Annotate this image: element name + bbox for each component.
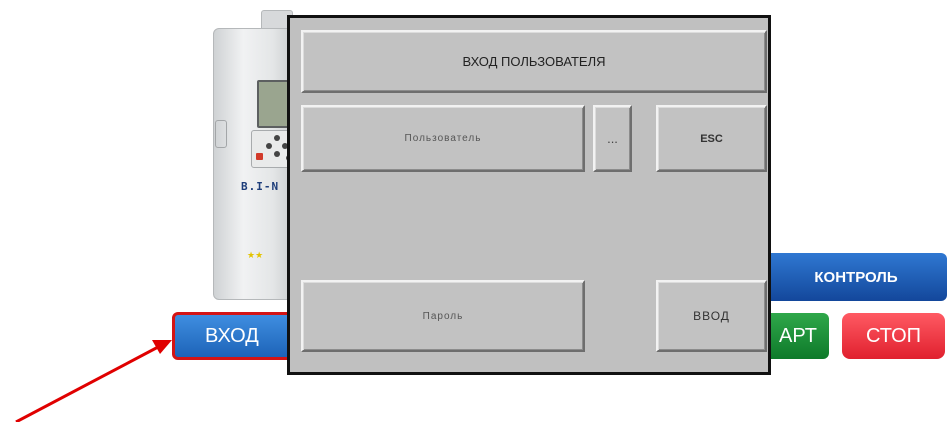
enter-button[interactable]: ВВОД bbox=[656, 280, 767, 352]
dialog-title: ВХОД ПОЛЬЗОВАТЕЛЯ bbox=[301, 30, 767, 93]
esc-button[interactable]: ESC bbox=[656, 105, 767, 172]
password-field-label: Пароль bbox=[422, 310, 464, 322]
password-field[interactable]: Пароль bbox=[301, 280, 585, 352]
browse-users-button[interactable]: ... bbox=[593, 105, 632, 172]
dialog-title-text: ВХОД ПОЛЬЗОВАТЕЛЯ bbox=[462, 54, 606, 69]
enter-button-label: ВВОД bbox=[693, 309, 730, 323]
username-field-label: Пользователь bbox=[404, 133, 482, 144]
username-field[interactable]: Пользователь bbox=[301, 105, 585, 172]
esc-button-label: ESC bbox=[700, 132, 723, 145]
browse-users-label: ... bbox=[607, 131, 618, 146]
user-login-dialog: ВХОД ПОЛЬЗОВАТЕЛЯ Пользователь ... ESC П… bbox=[287, 15, 771, 375]
